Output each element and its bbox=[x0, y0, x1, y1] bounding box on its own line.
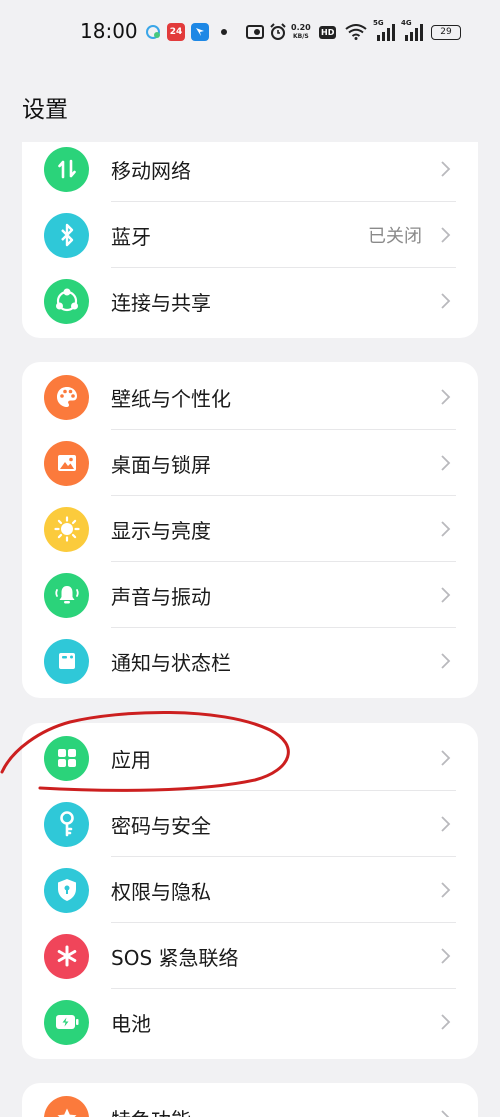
apps-icon bbox=[44, 735, 89, 781]
chevron-right-icon bbox=[441, 948, 451, 964]
bell-icon bbox=[44, 572, 89, 618]
settings-item-label: 声音与振动 bbox=[111, 584, 211, 609]
wallpaper-icon bbox=[44, 440, 89, 486]
battery-icon: 29 bbox=[431, 22, 461, 42]
status-bar: 18:00 24 0.20 KB/S HD 5G 4G 29 bbox=[0, 0, 500, 64]
battery-icon bbox=[44, 999, 89, 1045]
chevron-right-icon bbox=[441, 816, 451, 832]
settings-item-label: 桌面与锁屏 bbox=[111, 452, 211, 477]
settings-item-label: 蓝牙 bbox=[111, 224, 151, 249]
settings-item-label: 特色功能 bbox=[111, 1104, 191, 1117]
settings-item-sos-emergency[interactable]: SOS 紧急联络 bbox=[22, 923, 478, 989]
settings-item-label: 移动网络 bbox=[111, 158, 191, 183]
settings-item-label: 应用 bbox=[111, 747, 151, 772]
bluetooth-status: 已关闭 bbox=[368, 226, 422, 247]
settings-item-display-brightness[interactable]: 显示与亮度 bbox=[22, 496, 478, 562]
key-icon bbox=[44, 801, 89, 847]
notification-icon bbox=[44, 638, 89, 684]
settings-item-label: 壁纸与个性化 bbox=[111, 386, 231, 411]
page-title: 设置 bbox=[22, 97, 68, 123]
settings-item-special-features[interactable]: 特色功能 bbox=[22, 1085, 478, 1117]
star-icon bbox=[44, 1095, 89, 1117]
settings-item-mobile-network[interactable]: 移动网络 bbox=[22, 142, 478, 202]
chevron-right-icon bbox=[441, 750, 451, 766]
network-speed: 0.20 KB/S bbox=[291, 23, 311, 40]
settings-item-apps[interactable]: 应用 bbox=[22, 725, 478, 791]
chevron-right-icon bbox=[441, 587, 451, 603]
settings-item-sound-vibration[interactable]: 声音与振动 bbox=[22, 562, 478, 628]
settings-item-label: 连接与共享 bbox=[111, 290, 211, 315]
chevron-right-icon bbox=[441, 455, 451, 471]
chevron-right-icon bbox=[441, 389, 451, 405]
settings-item-password-security[interactable]: 密码与安全 bbox=[22, 791, 478, 857]
settings-group-special: 特色功能 bbox=[22, 1083, 478, 1117]
settings-item-battery[interactable]: 电池 bbox=[22, 989, 478, 1055]
chevron-right-icon bbox=[441, 1014, 451, 1030]
shield-icon bbox=[44, 867, 89, 913]
settings-item-desktop-lockscreen[interactable]: 桌面与锁屏 bbox=[22, 430, 478, 496]
chevron-right-icon bbox=[441, 653, 451, 669]
chevron-right-icon bbox=[441, 161, 451, 177]
sos-icon bbox=[44, 933, 89, 979]
share-icon bbox=[44, 278, 89, 324]
settings-item-wallpaper-personalization[interactable]: 壁纸与个性化 bbox=[22, 364, 478, 430]
settings-group-apps-security: 应用 密码与安全 权限与隐私 SOS 紧急联络 电池 bbox=[22, 723, 478, 1059]
settings-item-label: 显示与亮度 bbox=[111, 518, 211, 543]
settings-group-display: 壁纸与个性化 桌面与锁屏 显示与亮度 声音与振动 通知与状态栏 bbox=[22, 362, 478, 698]
signal-4g-icon: 4G bbox=[401, 19, 425, 42]
bluetooth-icon bbox=[44, 212, 89, 258]
chevron-right-icon bbox=[441, 882, 451, 898]
mobile-data-icon bbox=[44, 146, 89, 192]
app-notification-icon: 24 bbox=[167, 22, 185, 42]
chevron-right-icon bbox=[441, 227, 451, 243]
brightness-icon bbox=[44, 506, 89, 552]
wifi-icon bbox=[345, 22, 367, 42]
settings-item-notification-statusbar[interactable]: 通知与状态栏 bbox=[22, 628, 478, 694]
settings-item-connection-sharing[interactable]: 连接与共享 bbox=[22, 268, 478, 334]
signal-5g-icon: 5G bbox=[373, 19, 397, 42]
settings-item-label: 电池 bbox=[111, 1011, 151, 1036]
alarm-icon bbox=[269, 22, 287, 42]
nfc-icon bbox=[246, 22, 264, 42]
more-dot-icon bbox=[221, 22, 227, 42]
chevron-right-icon bbox=[441, 1110, 450, 1117]
cloud-sync-icon bbox=[144, 22, 162, 42]
hd-icon: HD bbox=[319, 25, 337, 39]
settings-item-bluetooth[interactable]: 蓝牙 已关闭 bbox=[22, 202, 478, 268]
settings-item-label: 密码与安全 bbox=[111, 813, 211, 838]
settings-item-label: 通知与状态栏 bbox=[111, 650, 231, 675]
settings-group-connectivity: 移动网络 蓝牙 已关闭 连接与共享 bbox=[22, 142, 478, 338]
palette-icon bbox=[44, 374, 89, 420]
status-time: 18:00 bbox=[80, 19, 138, 43]
settings-item-label: 权限与隐私 bbox=[111, 879, 211, 904]
settings-item-permission-privacy[interactable]: 权限与隐私 bbox=[22, 857, 478, 923]
chevron-right-icon bbox=[441, 293, 451, 309]
chevron-right-icon bbox=[441, 521, 451, 537]
settings-item-label: SOS 紧急联络 bbox=[111, 945, 239, 970]
app-dingtalk-icon bbox=[191, 22, 209, 42]
